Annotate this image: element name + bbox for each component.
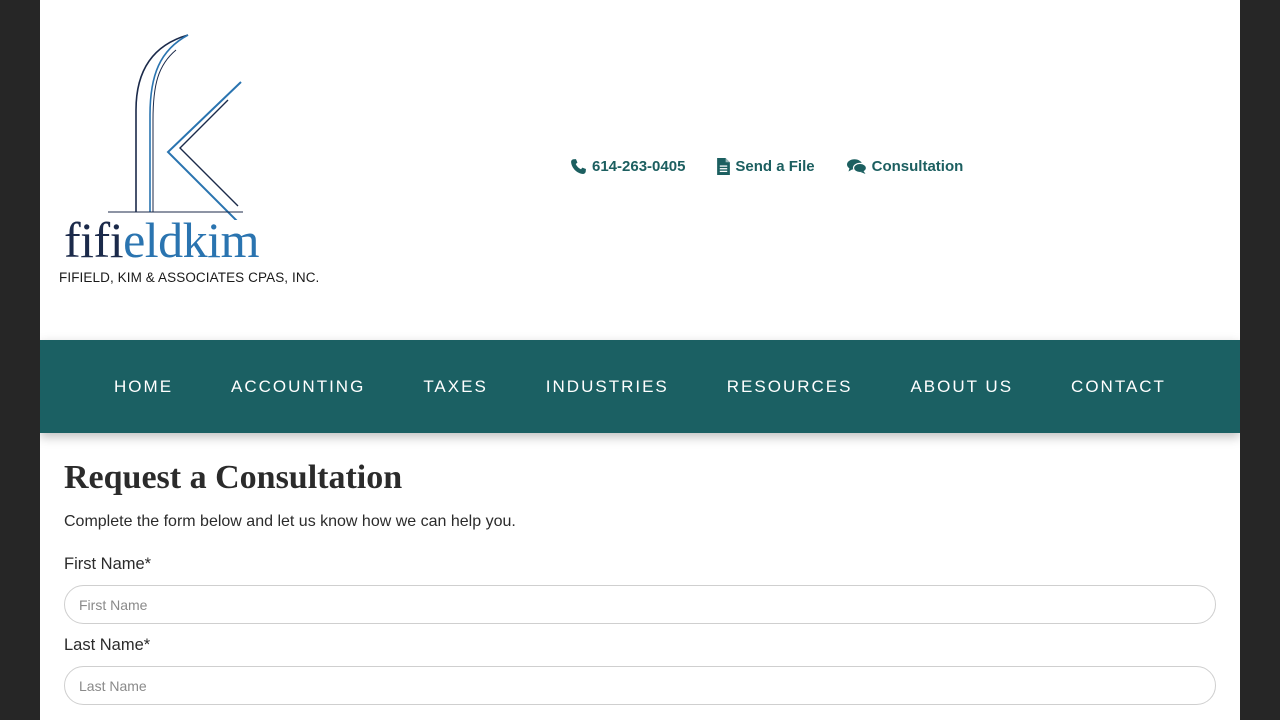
nav-item-taxes[interactable]: TAXES — [423, 377, 487, 397]
last-name-field[interactable] — [64, 666, 1216, 705]
phone-link-label: 614-263-0405 — [592, 158, 686, 175]
comments-icon — [846, 159, 867, 174]
header-quick-links: 614-263-0405 Send a File Consultation — [570, 158, 963, 175]
nav-item-home[interactable]: HOME — [114, 377, 173, 397]
nav-item-industries[interactable]: INDUSTRIES — [546, 377, 669, 397]
logo-tagline: FIFIELD, KIM & ASSOCIATES CPAS, INC. — [59, 270, 320, 285]
phone-link[interactable]: 614-263-0405 — [570, 158, 685, 175]
consultation-link-label: Consultation — [871, 158, 964, 175]
file-icon — [717, 158, 731, 175]
logo-word-part1: fifi — [64, 212, 124, 268]
page: fifieldkim FIFIELD, KIM & ASSOCIATES CPA… — [40, 0, 1240, 720]
main-content: Request a Consultation Complete the form… — [64, 433, 1216, 705]
last-name-label: Last Name* — [64, 636, 151, 654]
phone-icon — [571, 159, 586, 174]
page-title: Request a Consultation — [64, 459, 403, 496]
logo-mark — [108, 34, 243, 220]
logo-wordmark: fifieldkim — [64, 210, 259, 270]
first-name-field[interactable] — [64, 585, 1216, 624]
nav-item-resources[interactable]: RESOURCES — [727, 377, 853, 397]
send-file-link[interactable]: Send a File — [717, 158, 815, 175]
company-logo[interactable]: fifieldkim FIFIELD, KIM & ASSOCIATES CPA… — [58, 30, 319, 295]
site-header: fifieldkim FIFIELD, KIM & ASSOCIATES CPA… — [40, 0, 1240, 340]
nav-item-accounting[interactable]: ACCOUNTING — [231, 377, 365, 397]
logo-word-part2: eldkim — [123, 212, 259, 268]
nav-item-about-us[interactable]: ABOUT US — [910, 377, 1013, 397]
page-intro: Complete the form below and let us know … — [64, 513, 516, 530]
main-navigation: HOME ACCOUNTING TAXES INDUSTRIES RESOURC… — [40, 340, 1240, 433]
first-name-label: First Name* — [64, 555, 152, 573]
nav-item-contact[interactable]: CONTACT — [1071, 377, 1166, 397]
send-file-link-label: Send a File — [735, 158, 815, 175]
consultation-link[interactable]: Consultation — [846, 158, 964, 175]
